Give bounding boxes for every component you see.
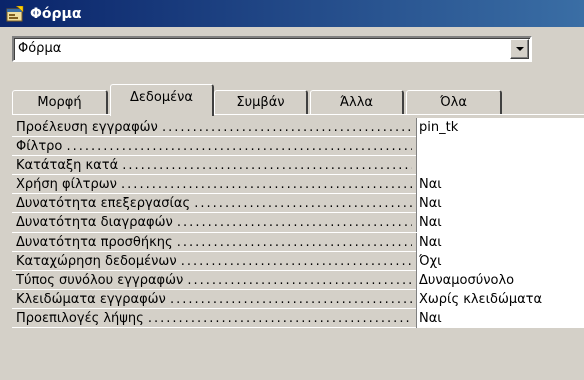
property-row[interactable]: Κλειδώματα εγγραφών ....................… (12, 289, 584, 309)
chevron-down-icon (515, 47, 524, 51)
property-value-field[interactable]: Ναι (416, 194, 584, 214)
property-value-field[interactable]: Δυναμοσύνολο (416, 270, 584, 290)
property-value-field[interactable]: Ναι (416, 232, 584, 252)
tab-all-label: Όλα (440, 95, 467, 110)
tab-event-label: Συμβάν (236, 95, 285, 110)
property-label: Κλειδώματα εγγραφών ....................… (16, 291, 412, 307)
form-properties-icon (6, 5, 24, 22)
property-value-field[interactable] (416, 137, 584, 157)
dropdown-button[interactable] (510, 39, 529, 59)
property-row[interactable]: Τύπος συνόλου εγγραφών .................… (12, 270, 584, 290)
property-value-field[interactable] (416, 156, 584, 176)
tab-divider (12, 114, 584, 115)
property-label: Προεπιλογές λήψης ......................… (16, 310, 412, 326)
property-row[interactable]: Δυνατότητα επεξεργασίας ................… (12, 194, 584, 214)
property-row[interactable]: Κατάταξη κατά ..........................… (12, 156, 584, 176)
property-label: Φίλτρο .................................… (16, 139, 412, 155)
tab-other-label: Άλλα (340, 95, 373, 110)
property-label: Δυνατότητα διαγραφών ...................… (16, 215, 412, 231)
property-row[interactable]: Φίλτρο .................................… (12, 137, 584, 157)
property-tabs: Μορφή Δεδομένα Συμβάν Άλλα Όλα (12, 84, 584, 116)
tab-other[interactable]: Άλλα (310, 90, 404, 115)
property-value-field[interactable]: Ναι (416, 175, 584, 195)
property-row[interactable]: Καταχώρηση δεδομένων ...................… (12, 251, 584, 271)
property-row[interactable]: Προεπιλογές λήψης ......................… (12, 308, 584, 329)
property-label: Προέλευση εγγραφών .....................… (16, 120, 412, 135)
property-sheet: Προέλευση εγγραφών .....................… (12, 118, 584, 329)
title-bar[interactable]: Φόρμα (0, 0, 584, 27)
property-row[interactable]: Δυνατότητα διαγραφών ...................… (12, 213, 584, 233)
tab-format[interactable]: Μορφή (12, 90, 108, 115)
tab-all[interactable]: Όλα (406, 90, 502, 115)
object-selector-dropdown[interactable]: Φόρμα (12, 36, 532, 62)
window-title: Φόρμα (30, 5, 82, 22)
property-row[interactable]: Προέλευση εγγραφών .....................… (12, 118, 584, 138)
tab-data-label: Δεδομένα (130, 90, 193, 105)
property-value-field[interactable]: Ναι (416, 213, 584, 233)
property-label: Κατάταξη κατά ..........................… (16, 158, 412, 174)
property-value-field[interactable]: pin_tk (416, 118, 584, 137)
tab-format-label: Μορφή (37, 95, 82, 110)
property-value-field[interactable]: Χωρίς κλειδώματα (416, 289, 584, 309)
tab-data[interactable]: Δεδομένα (110, 84, 214, 116)
property-label: Δυνατότητα προσθήκης ...................… (16, 234, 412, 250)
property-row[interactable]: Χρήση φίλτρων ..........................… (12, 175, 584, 195)
object-selector-value: Φόρμα (18, 41, 62, 56)
property-value-field[interactable]: Ναι (416, 308, 584, 328)
property-label: Καταχώρηση δεδομένων ...................… (16, 253, 412, 269)
property-label: Τύπος συνόλου εγγραφών .................… (16, 272, 412, 288)
property-label: Χρήση φίλτρων ..........................… (16, 177, 412, 193)
property-row[interactable]: Δυνατότητα προσθήκης ...................… (12, 232, 584, 252)
property-value-field[interactable]: Όχι (416, 251, 584, 271)
property-label: Δυνατότητα επεξεργασίας ................… (16, 196, 412, 212)
tab-event[interactable]: Συμβάν (214, 90, 308, 115)
